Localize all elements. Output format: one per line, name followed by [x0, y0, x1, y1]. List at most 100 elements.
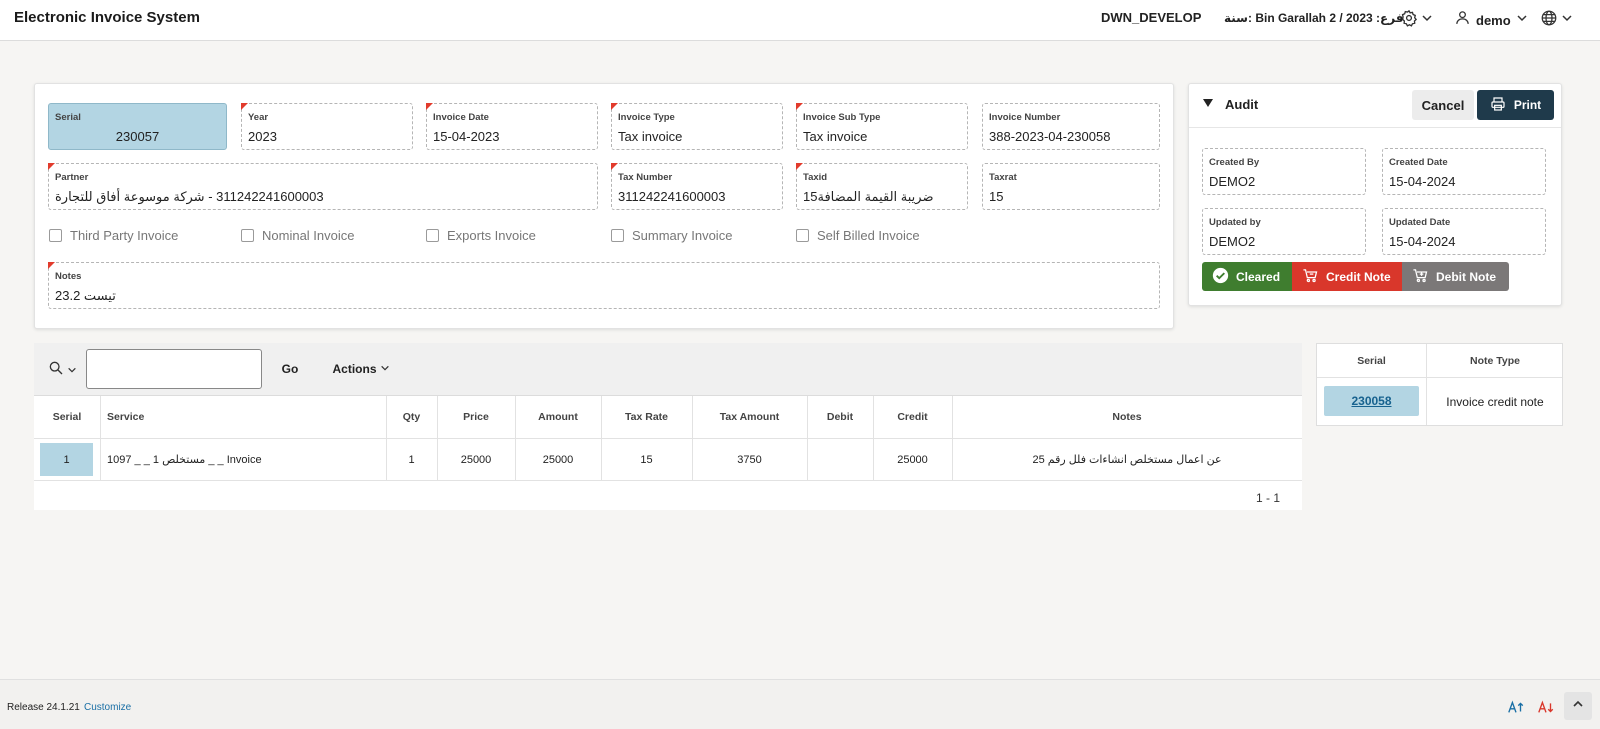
created-date-label: Created Date: [1389, 157, 1448, 168]
search-icon: [48, 360, 64, 381]
cleared-button[interactable]: Cleared: [1202, 262, 1292, 291]
invoice-sub-type-value: Tax invoice: [803, 129, 868, 144]
print-button[interactable]: Print: [1477, 90, 1554, 120]
search-column-selector[interactable]: [48, 360, 77, 381]
settings-menu[interactable]: [1400, 8, 1440, 32]
serial-label: Serial: [55, 112, 81, 123]
taxrat-value: 15: [989, 189, 1004, 204]
partner-field[interactable]: Partner 311242241600003 - شركة موسوعة أف…: [48, 163, 598, 210]
updated-by-value: DEMO2: [1209, 234, 1256, 249]
created-by-label: Created By: [1209, 157, 1260, 168]
column-header-notes[interactable]: Notes: [952, 396, 1302, 438]
tax-number-field[interactable]: Tax Number 311242241600003: [611, 163, 783, 210]
created-by-field: Created By DEMO2: [1202, 148, 1366, 195]
column-header-tax-amount[interactable]: Tax Amount: [692, 396, 807, 438]
user-menu[interactable]: demo: [1454, 8, 1528, 32]
globe-icon: [1540, 9, 1558, 32]
notes-field[interactable]: Notes تيست 23.2: [48, 262, 1160, 309]
self-billed-invoice-checkbox[interactable]: Self Billed Invoice: [796, 228, 920, 243]
checkbox-box[interactable]: [49, 229, 62, 242]
column-header-price[interactable]: Price: [437, 396, 515, 438]
checkbox-box[interactable]: [426, 229, 439, 242]
credit-note-button[interactable]: Credit Note: [1292, 262, 1402, 291]
font-increase-icon[interactable]: [1507, 696, 1525, 718]
font-decrease-icon[interactable]: [1537, 696, 1555, 718]
pagination-label: 1 - 1: [1255, 491, 1280, 505]
audit-card: Audit Cancel Print Created By DEMO2 Crea…: [1188, 83, 1562, 306]
checkbox-box[interactable]: [611, 229, 624, 242]
column-header-qty[interactable]: Qty: [386, 396, 437, 438]
note-serial-link[interactable]: 230058: [1351, 394, 1391, 408]
invoice-number-value: 388-2023-04-230058: [989, 129, 1111, 144]
collapse-toggle-icon[interactable]: [1203, 99, 1213, 107]
taxid-value: ضريبة القيمة المضافة15: [803, 189, 934, 204]
nominal-invoice-checkbox[interactable]: Nominal Invoice: [241, 228, 355, 243]
serial-field[interactable]: Serial 230057: [48, 103, 227, 150]
row-amount: 25000: [542, 453, 574, 466]
invoice-type-label: Invoice Type: [618, 112, 675, 123]
updated-by-label: Updated by: [1209, 217, 1261, 228]
actions-menu-button[interactable]: Actions: [325, 352, 397, 386]
customize-link[interactable]: Customize: [84, 702, 131, 713]
created-date-field: Created Date 15-04-2024: [1382, 148, 1546, 195]
invoice-type-field[interactable]: Invoice Type Tax invoice: [611, 103, 783, 150]
search-input[interactable]: [86, 349, 262, 389]
column-header-serial[interactable]: Serial: [1317, 344, 1426, 377]
note-serial-cell: 230058: [1324, 386, 1419, 416]
print-label: Print: [1513, 98, 1542, 112]
app-footer: Release 24.1.21 Customize: [0, 679, 1600, 729]
row-notes: عن اعمال مستخلص انشاءات فلل رقم 25: [1032, 454, 1222, 466]
column-header-tax-rate[interactable]: Tax Rate: [601, 396, 692, 438]
credit-note-label: Credit Note: [1326, 269, 1391, 284]
column-header-debit[interactable]: Debit: [807, 396, 873, 438]
debit-note-label: Debit Note: [1436, 269, 1496, 284]
checkbox-box[interactable]: [796, 229, 809, 242]
environment-label: DWN_DEVELOP: [1101, 10, 1202, 25]
year-value: 2023: [248, 129, 277, 144]
row-debit: [807, 439, 873, 480]
taxrat-label: Taxrat: [989, 172, 1017, 183]
cancel-button[interactable]: Cancel: [1412, 90, 1474, 120]
related-notes-table: Serial Note Type 230058 Invoice credit n…: [1316, 343, 1563, 426]
row-serial[interactable]: 1: [40, 439, 93, 480]
summary-invoice-checkbox[interactable]: Summary Invoice: [611, 228, 732, 243]
release-version: Release 24.1.21: [7, 702, 80, 713]
go-button[interactable]: Go: [270, 352, 310, 386]
invoice-date-field[interactable]: Invoice Date 15-04-2023: [426, 103, 598, 150]
debit-note-button[interactable]: Debit Note: [1402, 262, 1509, 291]
column-header-credit[interactable]: Credit: [873, 396, 952, 438]
taxid-label: Taxid: [803, 172, 828, 183]
serial-value: 230057: [115, 129, 160, 144]
column-header-service[interactable]: Service: [107, 396, 386, 438]
invoice-sub-type-field[interactable]: Invoice Sub Type Tax invoice: [796, 103, 968, 150]
app-title[interactable]: Electronic Invoice System: [14, 9, 200, 26]
invoice-form-card: Serial 230057 Year 2023 Invoice Date 15-…: [34, 83, 1174, 329]
row-tax-rate: 15: [640, 453, 653, 466]
column-header-note-type[interactable]: Note Type: [1427, 344, 1563, 377]
row-credit: 25000: [897, 453, 928, 466]
row-price: 25000: [460, 453, 492, 466]
taxid-field[interactable]: Taxid ضريبة القيمة المضافة15: [796, 163, 968, 210]
taxrat-field[interactable]: Taxrat 15: [982, 163, 1160, 210]
column-header-amount[interactable]: Amount: [515, 396, 601, 438]
invoice-lines-grid: Go Actions Serial Service Qty Price Amou…: [34, 343, 1302, 510]
column-header-serial[interactable]: Serial: [34, 396, 100, 438]
cleared-label: Cleared: [1236, 269, 1281, 284]
summary-invoice-label: Summary Invoice: [632, 228, 733, 243]
year-field[interactable]: Year 2023: [241, 103, 413, 150]
invoice-number-field[interactable]: Invoice Number 388-2023-04-230058: [982, 103, 1160, 150]
notes-label: Notes: [55, 271, 82, 282]
third-party-invoice-checkbox[interactable]: Third Party Invoice: [49, 228, 178, 243]
gear-icon: [1400, 9, 1418, 32]
scroll-top-button[interactable]: [1564, 692, 1592, 720]
notes-value: تيست 23.2: [55, 288, 116, 303]
user-name: demo: [1476, 12, 1511, 28]
note-type-cell: Invoice credit note: [1446, 395, 1544, 409]
updated-date-label: Updated Date: [1389, 217, 1451, 228]
audit-header: Audit Cancel Print: [1189, 84, 1561, 128]
exports-invoice-checkbox[interactable]: Exports Invoice: [426, 228, 536, 243]
year-label: Year: [248, 112, 269, 123]
invoice-number-label: Invoice Number: [989, 112, 1061, 123]
checkbox-box[interactable]: [241, 229, 254, 242]
language-menu[interactable]: [1540, 8, 1573, 32]
